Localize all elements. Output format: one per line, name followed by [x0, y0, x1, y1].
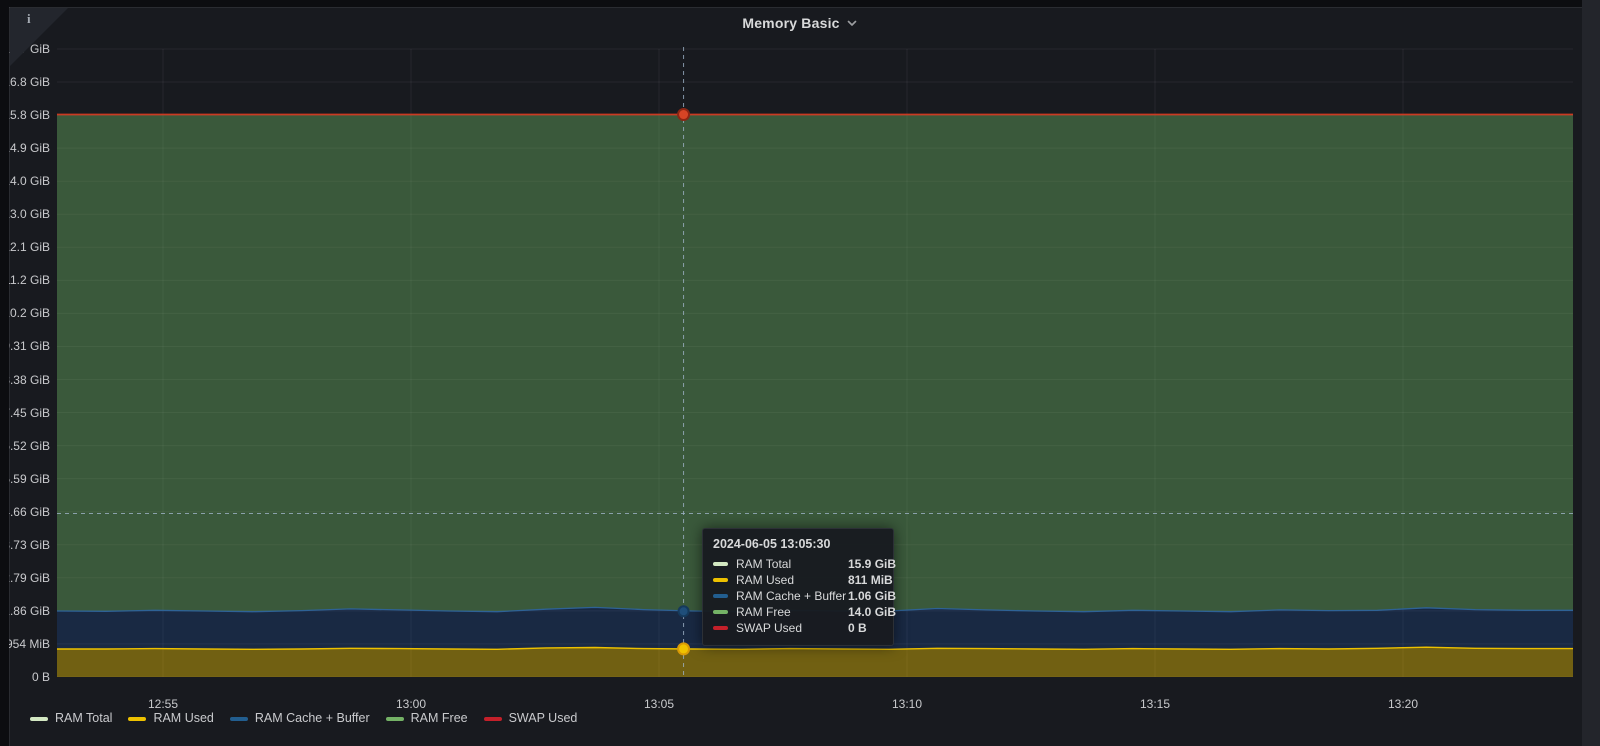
legend-item-ram-cache-buffer[interactable]: RAM Cache + Buffer [230, 711, 370, 726]
tooltip-series-label: RAM Cache + Buffer [736, 589, 848, 603]
tooltip-series-swatch [713, 626, 728, 630]
dashboard-gap-left [0, 0, 9, 746]
legend-label: RAM Used [153, 711, 213, 726]
tooltip-series-value: 1.06 GiB [848, 589, 896, 603]
tooltip-series-label: SWAP Used [736, 621, 848, 635]
dashboard-gap-top [0, 0, 1600, 7]
tooltip-series-label: RAM Free [736, 605, 848, 619]
x-axis-label: 13:05 [644, 697, 674, 711]
legend-item-swap-used[interactable]: SWAP Used [484, 711, 578, 726]
tooltip-series-label: RAM Total [736, 557, 848, 571]
tooltip-rows: RAM Total15.9 GiBRAM Used811 MiBRAM Cach… [713, 556, 883, 636]
dashboard-gap-right [1582, 0, 1600, 746]
tooltip-series-value: 811 MiB [848, 573, 893, 587]
tooltip-series-value: 0 B [848, 621, 867, 635]
tooltip-row: RAM Total15.9 GiB [713, 556, 883, 572]
panel-border [9, 7, 10, 746]
legend: RAM Total RAM Used RAM Cache + Buffer RAM F… [30, 711, 593, 726]
legend-swatch [484, 717, 502, 721]
x-axis-label: 13:10 [892, 697, 922, 711]
panel-header[interactable]: Memory Basic [0, 8, 1600, 38]
tooltip-series-value: 14.0 GiB [848, 605, 896, 619]
chevron-down-icon[interactable] [846, 17, 858, 29]
legend-swatch [30, 717, 48, 721]
legend-label: RAM Cache + Buffer [255, 711, 370, 726]
legend-item-ram-used[interactable]: RAM Used [128, 711, 213, 726]
x-axis-label: 13:00 [396, 697, 426, 711]
tooltip-series-swatch [713, 578, 728, 582]
tooltip-series-swatch [713, 562, 728, 566]
x-axis-label: 13:15 [1140, 697, 1170, 711]
legend-label: RAM Free [411, 711, 468, 726]
memory-basic-panel: 17.7 GiB16.8 GiB15.8 GiB14.9 GiB14.0 GiB… [0, 0, 1600, 746]
legend-item-ram-total[interactable]: RAM Total [30, 711, 112, 726]
chart-tooltip: 2024-06-05 13:05:30 RAM Total15.9 GiBRAM… [702, 528, 894, 646]
legend-label: RAM Total [55, 711, 112, 726]
tooltip-timestamp: 2024-06-05 13:05:30 [713, 537, 883, 551]
legend-swatch [128, 717, 146, 721]
legend-swatch [386, 717, 404, 721]
legend-item-ram-free[interactable]: RAM Free [386, 711, 468, 726]
x-axis-label: 12:55 [148, 697, 178, 711]
tooltip-series-swatch [713, 594, 728, 598]
tooltip-row: RAM Cache + Buffer1.06 GiB [713, 588, 883, 604]
tooltip-series-value: 15.9 GiB [848, 557, 896, 571]
dashboard-background: 17.7 GiB16.8 GiB15.8 GiB14.9 GiB14.0 GiB… [0, 0, 1600, 746]
tooltip-row: RAM Free14.0 GiB [713, 604, 883, 620]
legend-label: SWAP Used [509, 711, 578, 726]
legend-swatch [230, 717, 248, 721]
tooltip-series-swatch [713, 610, 728, 614]
panel-title[interactable]: Memory Basic [742, 15, 839, 31]
tooltip-row: SWAP Used0 B [713, 620, 883, 636]
x-axis-label: 13:20 [1388, 697, 1418, 711]
tooltip-series-label: RAM Used [736, 573, 848, 587]
tooltip-row: RAM Used811 MiB [713, 572, 883, 588]
